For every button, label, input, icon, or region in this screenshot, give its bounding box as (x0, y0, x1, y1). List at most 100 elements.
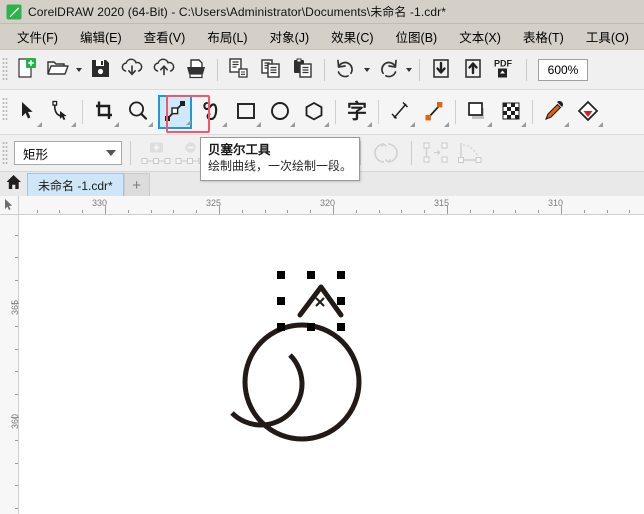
selection-handle-bottom-center[interactable] (307, 323, 315, 331)
ruler-minor-tick (265, 210, 266, 213)
bezier-tool-button[interactable] (155, 94, 195, 130)
redo-button[interactable] (372, 54, 404, 86)
paste-icon (292, 58, 314, 82)
flyout-arrow-icon[interactable] (367, 122, 372, 127)
extend-curve-to-close-button[interactable] (420, 137, 454, 170)
add-node-button[interactable] (139, 137, 173, 170)
ruler-minor-tick (310, 210, 311, 213)
horizontal-ruler[interactable]: 330 325 320 315 310 (0, 196, 644, 215)
ruler-label: 330 (92, 198, 108, 208)
polygon-tool-button[interactable] (297, 94, 331, 130)
home-tab-button[interactable] (0, 171, 27, 196)
menu-view[interactable]: 查看(V) (133, 24, 197, 50)
ellipse-tool-button[interactable] (263, 94, 297, 130)
publish-pdf-list-button[interactable] (223, 54, 255, 86)
ruler-label: 310 (548, 198, 564, 208)
ruler-minor-tick (287, 210, 288, 213)
object-type-combo[interactable]: 矩形 (14, 141, 122, 165)
menu-effects[interactable]: 效果(C) (320, 24, 384, 50)
flyout-arrow-icon[interactable] (71, 122, 76, 127)
zoom-tool-button[interactable] (121, 94, 155, 130)
flyout-arrow-icon[interactable] (290, 122, 295, 127)
menu-tools[interactable]: 工具(O) (575, 24, 640, 50)
chevron-path[interactable] (19, 215, 644, 514)
export-button[interactable] (457, 54, 489, 86)
menu-object[interactable]: 对象(J) (259, 24, 321, 50)
paste-button[interactable] (287, 54, 319, 86)
shape-tool-button[interactable] (44, 94, 78, 130)
menu-text[interactable]: 文本(X) (448, 24, 512, 50)
redo-dropdown[interactable] (404, 54, 414, 86)
reverse-direction-button[interactable] (369, 137, 403, 170)
flyout-arrow-icon[interactable] (148, 122, 153, 127)
open-document-button[interactable] (42, 54, 74, 86)
selection-handle-bottom-right[interactable] (337, 323, 345, 331)
flyout-arrow-icon[interactable] (564, 122, 569, 127)
undo-dropdown[interactable] (362, 54, 372, 86)
menu-layout[interactable]: 布局(L) (196, 24, 258, 50)
rectangle-tool-button[interactable] (229, 94, 263, 130)
publish-pdf-button[interactable]: PDF (489, 54, 521, 86)
selection-handle-middle-left[interactable] (277, 297, 285, 305)
flyout-arrow-icon[interactable] (521, 122, 526, 127)
parallel-dimension-tool-button[interactable] (383, 94, 417, 130)
drawing-canvas[interactable] (19, 215, 644, 514)
open-document-dropdown[interactable] (74, 54, 84, 86)
flyout-arrow-icon[interactable] (487, 122, 492, 127)
selection-handle-top-center[interactable] (307, 271, 315, 279)
flyout-arrow-icon[interactable] (256, 122, 261, 127)
ellipse-tool-icon (269, 100, 291, 125)
menu-table[interactable]: 表格(T) (512, 24, 575, 50)
vertical-ruler[interactable]: 365 360 (0, 215, 20, 514)
import-cloud-button[interactable] (116, 54, 148, 86)
property-bar-grip[interactable] (2, 140, 8, 166)
pick-tool-button[interactable] (10, 94, 44, 130)
export-cloud-button[interactable] (148, 54, 180, 86)
copy-button[interactable] (255, 54, 287, 86)
crop-tool-button[interactable] (87, 94, 121, 130)
flyout-arrow-icon[interactable] (114, 122, 119, 127)
ruler-minor-tick (356, 210, 357, 213)
flyout-arrow-icon[interactable] (598, 122, 603, 127)
selection-handle-top-right[interactable] (337, 271, 345, 279)
ruler-corner[interactable] (0, 196, 19, 215)
flyout-arrow-icon[interactable] (37, 122, 42, 127)
publish-pdf-list-icon (228, 57, 250, 82)
import-button[interactable] (425, 54, 457, 86)
toolbox-grip[interactable] (2, 96, 8, 124)
ruler-minor-tick (15, 326, 18, 327)
transparency-tool-button[interactable] (494, 94, 528, 130)
document-tab[interactable]: 未命名 -1.cdr* (27, 173, 124, 196)
save-button[interactable] (84, 54, 116, 86)
toolbar-grip[interactable] (2, 56, 8, 84)
flyout-arrow-icon[interactable] (410, 122, 415, 127)
flyout-arrow-icon[interactable] (186, 120, 191, 125)
flyout-arrow-icon[interactable] (324, 122, 329, 127)
text-tool-button[interactable]: 字 (340, 94, 374, 130)
chevron-down-icon[interactable] (106, 150, 116, 156)
auto-close-curve-button[interactable] (454, 137, 488, 170)
toolbar-separator-2 (324, 58, 325, 81)
menu-file[interactable]: 文件(F) (6, 24, 69, 50)
straight-line-connector-tool-button[interactable] (417, 94, 451, 130)
add-document-tab-button[interactable]: + (123, 173, 150, 196)
selection-handle-bottom-left[interactable] (277, 323, 285, 331)
interactive-fill-tool-button[interactable] (571, 94, 605, 130)
flyout-arrow-icon[interactable] (444, 122, 449, 127)
undo-button[interactable] (330, 54, 362, 86)
color-eyedropper-tool-button[interactable] (537, 94, 571, 130)
drop-shadow-tool-button[interactable] (460, 94, 494, 130)
new-document-icon (15, 57, 37, 82)
new-document-button[interactable] (10, 54, 42, 86)
menu-edit[interactable]: 编辑(E) (69, 24, 133, 50)
menu-bitmap[interactable]: 位图(B) (385, 24, 449, 50)
extend-curve-icon (423, 142, 448, 163)
selection-handle-top-left[interactable] (277, 271, 285, 279)
artistic-media-tool-button[interactable] (195, 94, 229, 130)
zoom-level-input[interactable]: 600% (538, 58, 588, 81)
flyout-arrow-icon[interactable] (222, 122, 227, 127)
print-button[interactable] (180, 54, 212, 86)
selection-handle-middle-right[interactable] (337, 297, 345, 305)
reverse-direction-icon (374, 143, 398, 163)
crop-tool-icon (93, 100, 115, 125)
